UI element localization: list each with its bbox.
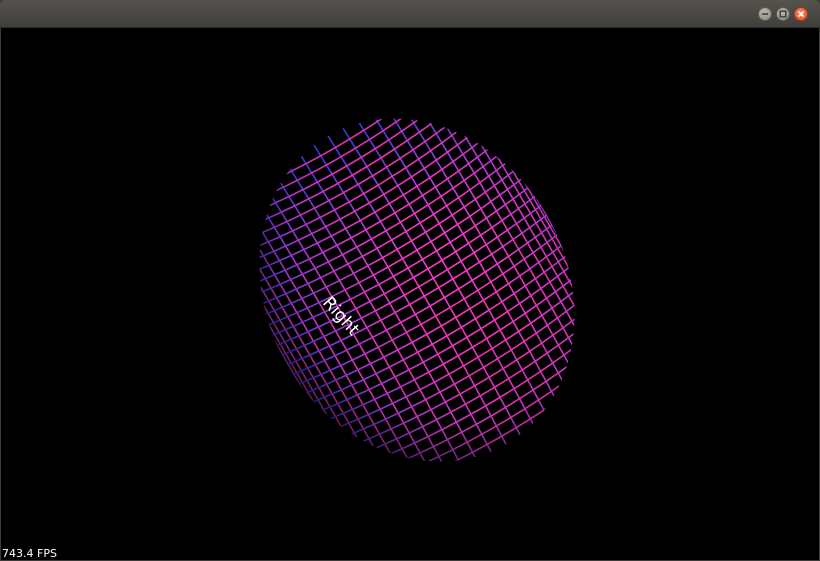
fps-counter: 743.4 FPS	[2, 547, 57, 560]
title-bar[interactable]	[0, 0, 820, 28]
maximize-button[interactable]	[776, 7, 790, 21]
wireframe-capsule	[198, 60, 636, 520]
scene-canvas[interactable]: Right	[1, 28, 819, 560]
minimize-button[interactable]	[758, 7, 772, 21]
render-viewport[interactable]: Right 743.4 FPS	[1, 28, 819, 560]
maximize-icon	[779, 10, 787, 18]
app-window: Right 743.4 FPS	[0, 0, 820, 561]
minimize-icon	[762, 13, 768, 15]
close-icon	[797, 10, 805, 18]
close-button[interactable]	[794, 7, 808, 21]
